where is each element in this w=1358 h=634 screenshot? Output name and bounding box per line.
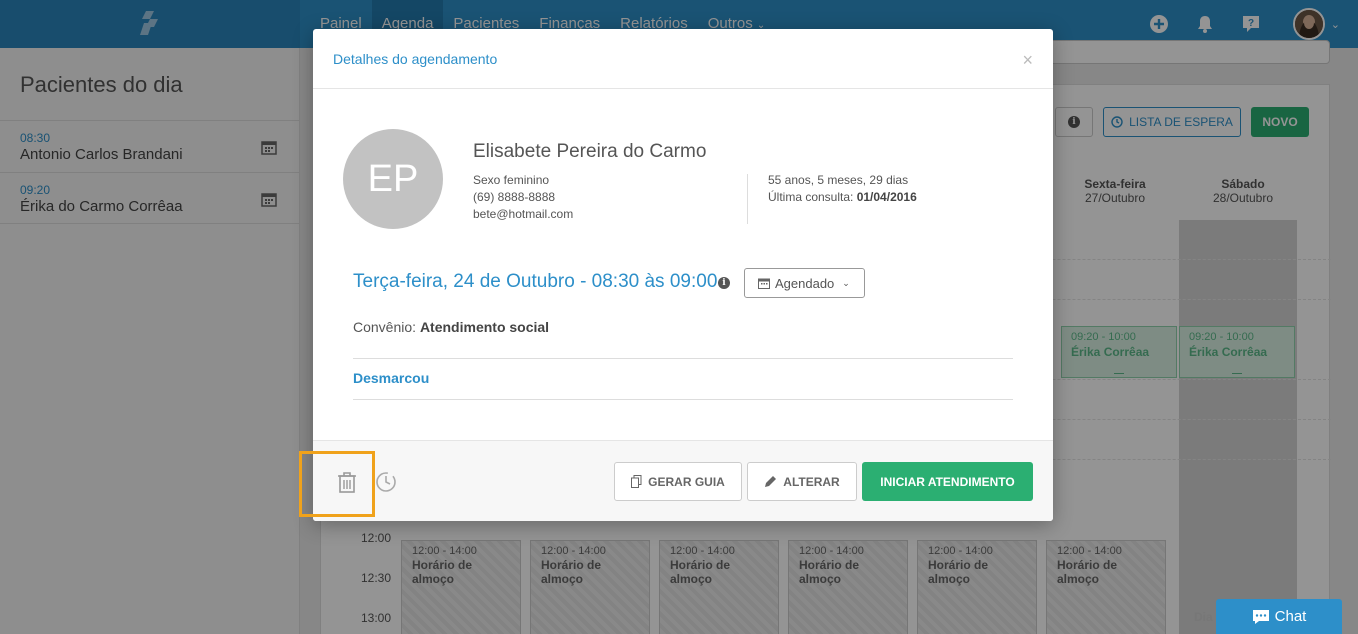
status-value: Agendado — [775, 275, 835, 291]
generate-guide-button[interactable]: GERAR GUIA — [614, 462, 742, 501]
appointment-details-modal: Detalhes do agendamento × EP Elisabete P… — [313, 29, 1053, 521]
history-clock-icon[interactable] — [375, 471, 397, 493]
last-visit-date: 01/04/2016 — [856, 190, 917, 204]
copy-icon — [631, 475, 642, 488]
chat-label: Chat — [1274, 608, 1307, 625]
patient-name: Elisabete Pereira do Carmo — [473, 141, 707, 162]
close-icon[interactable]: × — [1022, 51, 1033, 69]
appointment-datetime: Terça-feira, 24 de Outubro - 08:30 às 09… — [353, 271, 718, 292]
last-visit-label: Última consulta: — [768, 190, 857, 204]
pencil-icon — [764, 475, 777, 488]
generate-guide-label: GERAR GUIA — [648, 474, 725, 489]
edit-label: ALTERAR — [783, 474, 840, 489]
chevron-down-icon: ⌄ — [842, 277, 850, 288]
highlight-box — [299, 451, 375, 517]
start-appointment-button[interactable]: INICIAR ATENDIMENTO — [862, 462, 1033, 501]
insurance-label: Convênio: — [353, 319, 420, 335]
status-dropdown[interactable]: Agendado ⌄ — [744, 268, 865, 298]
info-icon[interactable]: i — [718, 277, 730, 289]
patient-email: bete@hotmail.com — [473, 207, 574, 221]
chat-icon — [1252, 609, 1269, 624]
calendar-icon — [758, 278, 770, 289]
modal-footer: GERAR GUIA ALTERAR INICIAR ATENDIMENTO — [313, 440, 1053, 521]
desmarcou-link[interactable]: Desmarcou — [353, 370, 429, 386]
chat-button[interactable]: Chat — [1216, 599, 1342, 634]
patient-age: 55 anos, 5 meses, 29 dias — [768, 173, 909, 187]
patient-extra-info: 55 anos, 5 meses, 29 dias Última consult… — [768, 172, 917, 206]
modal-header: Detalhes do agendamento × — [313, 29, 1053, 89]
info-divider — [747, 174, 748, 224]
insurance-value: Atendimento social — [419, 319, 550, 335]
edit-button[interactable]: ALTERAR — [747, 462, 857, 501]
insurance-info: Convênio: Atendimento social — [353, 319, 549, 335]
divider — [353, 358, 1013, 359]
patient-contact-info: Sexo feminino (69) 8888-8888 bete@hotmai… — [473, 172, 573, 223]
day-label: Dia — [1194, 610, 1213, 624]
last-visit: Última consulta: 01/04/2016 — [768, 189, 917, 206]
modal-title: Detalhes do agendamento — [333, 51, 498, 67]
patient-avatar: EP — [343, 129, 443, 229]
patient-phone: (69) 8888-8888 — [473, 190, 556, 204]
divider — [353, 399, 1013, 400]
patient-sex: Sexo feminino — [473, 173, 550, 187]
